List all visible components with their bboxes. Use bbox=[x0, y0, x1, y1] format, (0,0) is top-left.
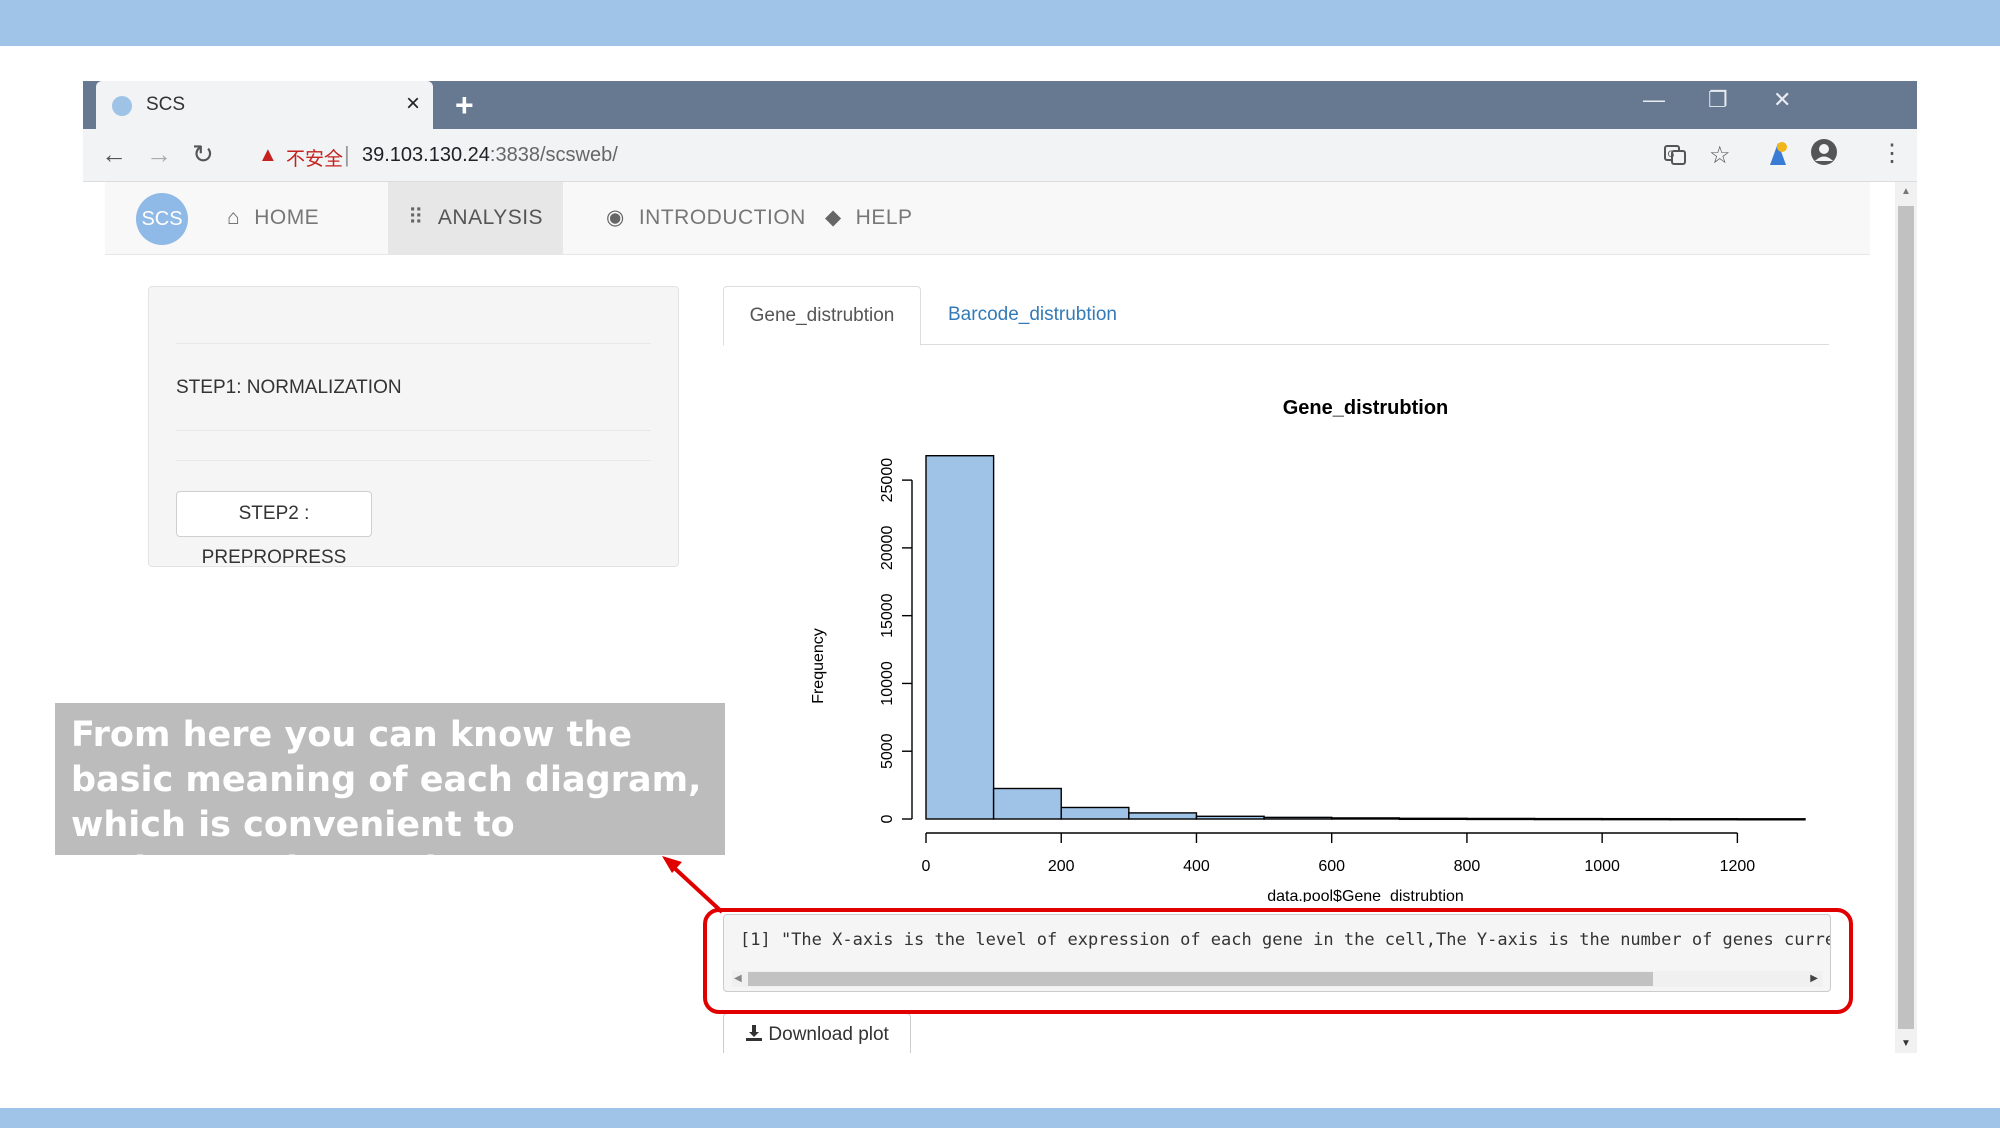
nav-analysis-label: ANALYSIS bbox=[437, 206, 544, 229]
home-icon: ⌂ bbox=[227, 206, 241, 229]
nav-home[interactable]: ⌂ HOME bbox=[207, 182, 339, 254]
histogram-bar bbox=[1533, 817, 1603, 821]
x-tick-label: 1200 bbox=[1720, 858, 1756, 875]
menu-dots-icon[interactable]: ⋮ bbox=[1880, 139, 1904, 168]
highlight-frame bbox=[703, 908, 1853, 1014]
histogram-bar bbox=[1669, 818, 1739, 821]
app-navbar: SCS ⌂ HOME ⠿ ANALYSIS ◉ INTRODUCTION ◆ HELP bbox=[105, 182, 1870, 255]
x-tick-label: 600 bbox=[1318, 858, 1345, 875]
x-tick-label: 800 bbox=[1454, 858, 1481, 875]
histogram-bar bbox=[1128, 812, 1198, 820]
x-tick-label: 400 bbox=[1183, 858, 1210, 875]
reload-icon[interactable]: ↻ bbox=[192, 139, 214, 170]
histogram-bar bbox=[992, 787, 1062, 820]
tab-gene-distribution[interactable]: Gene_distrubtion bbox=[723, 286, 921, 346]
download-plot-button[interactable]: Download plot bbox=[723, 1013, 911, 1053]
step1-label[interactable]: STEP1: NORMALIZATION bbox=[176, 377, 402, 399]
gene-distribution-histogram: Gene_distrubtion 0 200 400 600 800 1000 1200 dat… bbox=[810, 397, 1806, 902]
back-icon[interactable]: ← bbox=[101, 139, 127, 170]
download-icon bbox=[746, 1025, 763, 1041]
browser-toolbar: ← → ↻ ▲ 不安全 | 39.103.130.24:3838/scsweb/… bbox=[83, 129, 1917, 182]
svg-text:G: G bbox=[1668, 150, 1675, 160]
vertical-scrollbar[interactable]: ▲ ▼ bbox=[1895, 182, 1917, 1053]
extension-icon[interactable] bbox=[1765, 139, 1791, 173]
window-close-icon[interactable]: ✕ bbox=[1773, 87, 1791, 113]
histogram-bar bbox=[1330, 817, 1401, 820]
y-tick-label: 15000 bbox=[879, 593, 896, 638]
y-tick-label: 5000 bbox=[879, 733, 896, 769]
nav-introduction-label: INTRODUCTION bbox=[638, 206, 806, 229]
annotation-callout: From here you can know the basic meaning… bbox=[55, 703, 725, 890]
nav-introduction[interactable]: ◉ INTRODUCTION bbox=[586, 182, 826, 254]
app-logo[interactable]: SCS bbox=[136, 193, 188, 245]
new-tab-button[interactable]: + bbox=[455, 87, 474, 124]
download-plot-label: Download plot bbox=[768, 1024, 889, 1045]
nav-help-label: HELP bbox=[855, 206, 913, 229]
y-tick-label: 25000 bbox=[879, 458, 896, 503]
bookmark-star-icon[interactable]: ☆ bbox=[1709, 141, 1731, 170]
tab-strip: SCS × + — ❐ ✕ bbox=[83, 81, 1917, 129]
chart-title: Gene_distrubtion bbox=[1283, 397, 1449, 419]
restore-icon[interactable]: ❐ bbox=[1708, 87, 1728, 113]
profile-icon[interactable] bbox=[1809, 137, 1839, 173]
sidebar-panel: STEP1: NORMALIZATION STEP2 : PREPROPRESS bbox=[148, 286, 679, 568]
security-status[interactable]: 不安全 bbox=[286, 144, 343, 171]
y-tick-label: 0 bbox=[879, 814, 896, 823]
plot-tabs: Gene_distrubtion Barcode_distrubtion bbox=[723, 286, 1829, 346]
histogram-bar bbox=[1263, 816, 1333, 820]
histogram-bar bbox=[1195, 815, 1265, 820]
nav-analysis[interactable]: ⠿ ANALYSIS bbox=[388, 182, 564, 254]
url-text[interactable]: 39.103.130.24:3838/scsweb/ bbox=[362, 144, 618, 167]
slide-top-band bbox=[0, 0, 2000, 46]
url-host: 39.103.130.24 bbox=[362, 144, 490, 166]
nav-help[interactable]: ◆ HELP bbox=[805, 182, 933, 254]
warning-icon[interactable]: ▲ bbox=[258, 144, 278, 167]
scroll-up-icon[interactable]: ▲ bbox=[1901, 186, 1911, 197]
step2-button[interactable]: STEP2 : PREPROPRESS bbox=[176, 491, 372, 568]
divider bbox=[176, 343, 651, 344]
histogram-bar bbox=[1398, 817, 1468, 821]
y-tick-label: 20000 bbox=[879, 526, 896, 571]
vertical-scrollbar-thumb[interactable] bbox=[1898, 206, 1914, 1029]
url-path: :3838/scsweb/ bbox=[489, 144, 618, 166]
histogram-bar bbox=[1466, 817, 1536, 821]
translate-icon[interactable]: G bbox=[1663, 143, 1687, 173]
forward-icon[interactable]: → bbox=[146, 139, 172, 170]
histogram-bar bbox=[1736, 818, 1806, 821]
tab-title: SCS bbox=[146, 94, 186, 115]
bar-chart-icon: ⠿ bbox=[408, 206, 424, 229]
histogram-bar bbox=[925, 455, 995, 820]
close-tab-icon[interactable]: × bbox=[406, 90, 420, 118]
x-axis-label: data.pool$Gene_distrubtion bbox=[1267, 888, 1464, 902]
x-tick-label: 200 bbox=[1048, 858, 1075, 875]
divider bbox=[176, 430, 651, 431]
y-tick-label: 10000 bbox=[879, 661, 896, 706]
favicon-icon bbox=[112, 96, 132, 116]
url-separator: | bbox=[344, 142, 350, 167]
slide-bottom-band bbox=[0, 1108, 2000, 1128]
tags-icon: ◆ bbox=[825, 206, 842, 229]
nav-home-label: HOME bbox=[254, 206, 320, 229]
histogram-bar bbox=[1601, 817, 1671, 821]
globe-icon: ◉ bbox=[606, 206, 625, 229]
y-axis-label: Frequency bbox=[810, 628, 827, 704]
tab-barcode-distribution[interactable]: Barcode_distrubtion bbox=[948, 286, 1117, 344]
x-tick-label: 0 bbox=[922, 858, 931, 875]
divider bbox=[176, 460, 651, 461]
histogram-bar bbox=[1060, 806, 1130, 820]
scroll-down-icon[interactable]: ▼ bbox=[1901, 1038, 1911, 1049]
minimize-icon[interactable]: — bbox=[1643, 87, 1665, 113]
address-bar[interactable]: ▲ 不安全 | 39.103.130.24:3838/scsweb/ G ☆ bbox=[238, 136, 1746, 174]
annotation-text: From here you can know the basic meaning… bbox=[71, 715, 702, 890]
browser-tab[interactable]: SCS × bbox=[96, 81, 433, 129]
x-tick-label: 1000 bbox=[1584, 858, 1620, 875]
